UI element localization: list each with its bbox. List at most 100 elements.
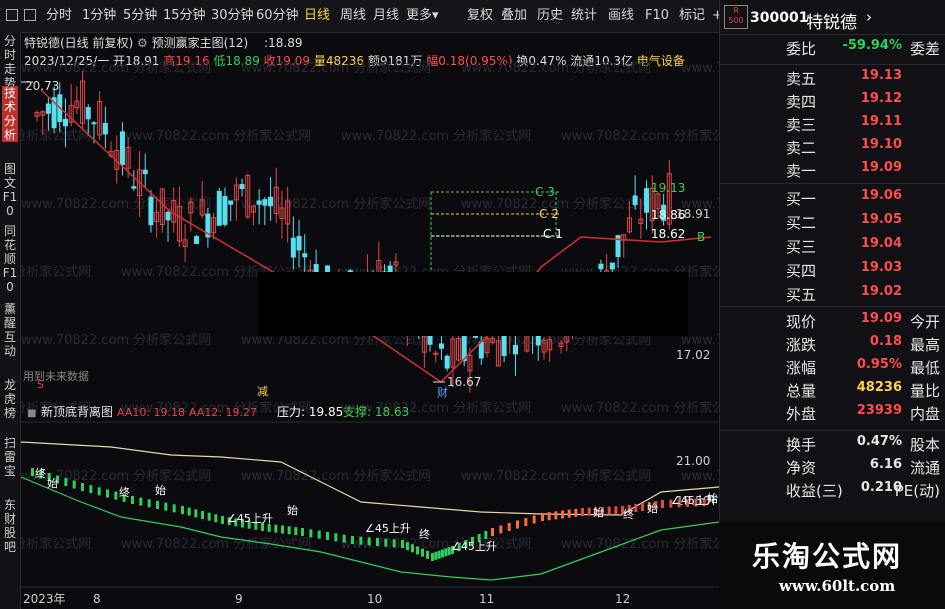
sub-histogram-bar	[581, 508, 584, 516]
ask-row-3-value: 19.11	[860, 114, 902, 129]
period-tab-5min[interactable]: 5分钟	[123, 7, 157, 25]
x-axis-label: 12	[615, 592, 630, 606]
bid-row-5-value: 19.02	[860, 284, 902, 299]
window-square-icon-2[interactable]	[24, 9, 36, 21]
level-label-c3: C 3	[535, 185, 555, 199]
stat-row-1: 涨跌 0.18 最高	[720, 334, 945, 356]
fuquan-button[interactable]: 复权	[467, 7, 493, 25]
period-tab-1min[interactable]: 1分钟	[82, 7, 116, 25]
weibi-label: 委比	[786, 40, 817, 58]
sidebar-tab-guba[interactable]: 东财股吧	[2, 498, 18, 554]
sidebar-tab-ths[interactable]: 同花顺F10	[2, 224, 18, 294]
sub-marker: ∠45上升	[451, 540, 497, 553]
stats-button[interactable]: 统计	[571, 7, 597, 25]
draw-line-button[interactable]: 画线	[608, 7, 634, 25]
sub-histogram-bar	[139, 497, 143, 506]
candle-body	[102, 122, 108, 135]
candle-body	[45, 103, 51, 114]
sub-histogram-bar	[106, 489, 109, 498]
bid-row-5: 买五 19.02	[720, 284, 945, 306]
period-tab-fenshi[interactable]: 分时	[46, 7, 72, 25]
ask-row-4-value: 19.12	[860, 91, 902, 106]
candle-body	[268, 196, 274, 207]
sub-right-axis-1: 21.00	[676, 454, 710, 468]
stat2-row-2-label: 收益(三)	[786, 482, 843, 500]
stat-row-2: 涨幅 0.95% 最低	[720, 357, 945, 379]
overlay-button[interactable]: 叠加	[501, 7, 527, 25]
stat-row-4: 外盘 23939 内盘	[720, 403, 945, 425]
stat-row-1-label2: 最高	[909, 336, 940, 354]
mark-button[interactable]: 标记	[679, 7, 705, 25]
sub-histogram-bar	[317, 530, 321, 539]
ask-row-4-label: 卖四	[786, 93, 817, 111]
sidebar-tab-fenshi[interactable]: 分时走势	[2, 34, 18, 90]
candle-body	[256, 200, 262, 205]
sub-histogram-bar	[499, 525, 503, 534]
sidebar-tab-f10[interactable]: 图文F10	[2, 162, 18, 218]
sub-histogram-bar	[351, 536, 354, 544]
watermark-text: www.70822.com 分析家公式网	[21, 332, 211, 348]
future-data-note: 用到未来数据	[23, 369, 89, 383]
period-tab-monthly[interactable]: 月线	[373, 7, 399, 25]
x-axis-label: 2023年	[23, 592, 66, 606]
sidebar-tab-saolei[interactable]: 扫雷宝	[2, 436, 18, 478]
ask-row-1-label: 卖一	[786, 162, 817, 180]
stock-code: 300001	[750, 10, 809, 26]
period-tab-more[interactable]: 更多▾	[406, 7, 439, 25]
stat-row-4-label: 外盘	[786, 405, 817, 423]
ask-row-2: 卖二 19.10	[720, 137, 945, 159]
candle-body	[644, 188, 650, 213]
sub-marker: 始	[707, 491, 718, 505]
sub-marker: ∠45上升	[365, 522, 411, 535]
chevron-right-icon[interactable]: ›	[866, 8, 872, 26]
period-tab-daily[interactable]: 日线	[304, 7, 330, 25]
candle-body	[478, 341, 484, 359]
sub-histogram-bar	[359, 536, 363, 545]
bid-row-2-value: 19.05	[860, 212, 902, 227]
stock-name: 特锐德	[806, 13, 857, 33]
sub-histogram-bar	[532, 515, 536, 524]
candle-body	[222, 196, 228, 225]
sub-chart-title: 新顶底背离图	[41, 404, 113, 419]
candle-body	[632, 195, 638, 206]
sub-histogram-bar	[281, 525, 284, 534]
bid-row-2-label: 买二	[786, 214, 817, 232]
sub-histogram-bar	[181, 506, 184, 514]
period-tab-30min[interactable]: 30分钟	[211, 7, 254, 25]
ask-row-4: 卖四 19.12	[720, 91, 945, 113]
sub-histogram-bar	[437, 550, 441, 559]
sidebar-tab-interact[interactable]: 薰醒互动	[2, 302, 18, 358]
sub-histogram-bar	[72, 480, 76, 489]
weicha-label: 委差	[909, 40, 940, 58]
f10-button[interactable]: F10	[645, 7, 669, 25]
sidebar-tab-lhb[interactable]: 龙虎榜	[2, 378, 18, 420]
sidebar-tab-tech[interactable]: 技术分析	[2, 86, 18, 142]
candle-body	[148, 196, 154, 226]
history-button[interactable]: 历史	[537, 7, 563, 25]
stat2-row-0-value: 0.47%	[856, 434, 902, 449]
stat-row-2-label2: 最低	[909, 359, 940, 377]
bid-row-4: 买四 19.03	[720, 260, 945, 282]
sub-histogram-bar	[64, 478, 68, 486]
value-label-1913: 19.13	[651, 181, 685, 195]
period-tab-15min[interactable]: 15分钟	[163, 7, 206, 25]
candle-body	[142, 169, 148, 175]
sub-histogram-bar	[401, 540, 404, 548]
sub-histogram-bar	[434, 551, 438, 560]
sub-histogram-bar	[309, 529, 313, 538]
stat-row-3-label: 总量	[786, 382, 817, 400]
sub-histogram-bar	[156, 501, 159, 509]
candle-body	[228, 200, 234, 205]
sub-histogram-bar	[294, 527, 298, 536]
left-sidebar: 分时走势 技术分析 图文F10 同花顺F10 薰醒互动 龙虎榜 扫雷宝 东财股吧	[0, 32, 21, 609]
sub-marker: 始	[287, 503, 298, 517]
period-tab-60min[interactable]: 60分钟	[256, 7, 299, 25]
period-tab-weekly[interactable]: 周线	[340, 7, 366, 25]
candle-body	[444, 355, 450, 369]
sub-chart: ■ 新顶底背离图 AA10: 19.18 AA12: 19.27 压力: 19.85 支撑…	[21, 404, 719, 581]
sub-histogram-bar	[131, 496, 134, 504]
stat2-row-2: 收益(三) 0.210 PE(动)	[720, 480, 945, 502]
sub-support: 支撑: 18.63	[343, 404, 409, 419]
candle-body	[216, 190, 222, 226]
window-square-icon[interactable]	[6, 9, 18, 21]
